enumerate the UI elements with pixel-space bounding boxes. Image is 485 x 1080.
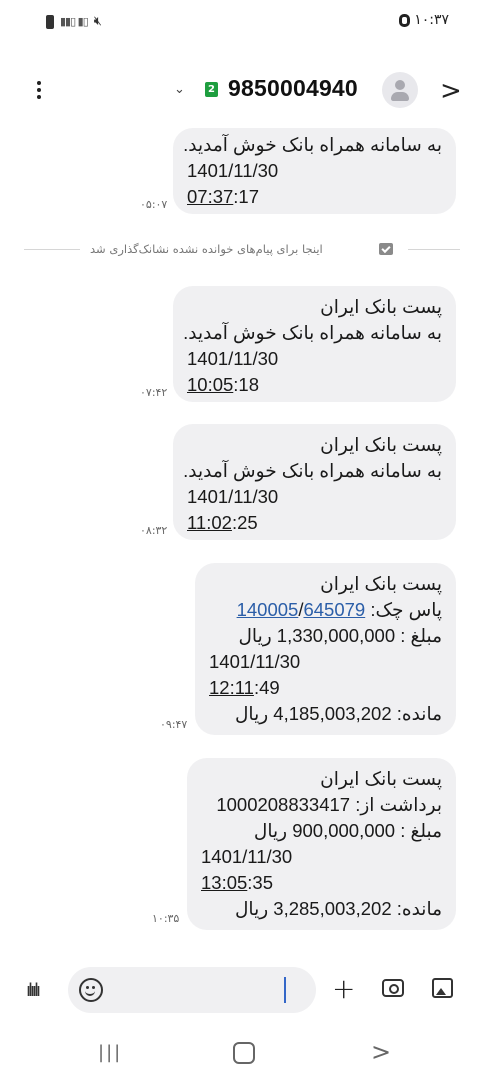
pass-code-link-2[interactable]: 645079 — [303, 599, 365, 620]
message-timestamp: ۰۸:۳۲ — [140, 524, 168, 537]
battery-icon — [399, 13, 411, 27]
time-seconds: :18 — [233, 374, 260, 395]
message-date: 1401/11/30 — [187, 486, 279, 507]
message-check-icon — [379, 243, 393, 255]
chevron-right-icon[interactable]: > — [440, 76, 462, 106]
message-line: به سامانه همراه بانک خوش آمدید. — [183, 322, 442, 343]
nav-back-icon[interactable]: > — [371, 1038, 391, 1066]
time-seconds: :49 — [253, 677, 280, 698]
message-composer: ılıılı + — [0, 962, 485, 1018]
home-icon[interactable] — [233, 1042, 255, 1064]
withdraw-line: برداشت از: 1000208833417 — [216, 794, 442, 815]
time-link[interactable]: 12:11 — [209, 677, 254, 698]
message-timestamp: ۰۷:۴۲ — [140, 386, 168, 399]
emoji-icon[interactable] — [79, 978, 103, 1002]
time-link[interactable]: 10:05 — [187, 374, 233, 395]
divider — [408, 249, 460, 250]
message-bank: پست بانک ایران — [320, 573, 442, 594]
text-cursor — [284, 977, 286, 1003]
pass-code-link-1[interactable]: 140005 — [237, 599, 299, 620]
time-link[interactable]: 13:05 — [201, 872, 247, 893]
message-bubble-4[interactable]: پست بانک ایران پاس چک: 140005/645079 مبل… — [195, 563, 456, 735]
status-time: ۱۰:۳۷ — [414, 12, 449, 28]
recent-apps-icon[interactable]: ||| — [98, 1042, 122, 1063]
sim-badge: 2 — [205, 82, 218, 97]
contact-number[interactable]: 9850004940 — [228, 75, 358, 102]
time-link[interactable]: 07:37 — [187, 186, 233, 207]
message-line: به سامانه همراه بانک خوش آمدید. — [183, 134, 442, 155]
unread-marker-text: اینجا برای پیام‌های خوانده نشده نشانک‌گذ… — [90, 242, 323, 256]
message-time: 12:11:49 — [209, 675, 442, 701]
avatar-icon[interactable] — [382, 72, 418, 108]
time-link[interactable]: 11:02 — [187, 512, 232, 533]
balance-line: مانده: 3,285,003,202 ریال — [234, 898, 442, 919]
message-time: 10:05:18 — [187, 372, 442, 398]
mute-icon: 🔇︎ — [93, 14, 102, 29]
message-timestamp: ۱۰:۳۵ — [152, 912, 180, 925]
message-date: 1401/11/30 — [201, 846, 293, 867]
message-date: 1401/11/30 — [187, 160, 279, 181]
kebab-icon[interactable] — [33, 78, 45, 104]
conversation-header: ⌄ 2 9850004940 > — [0, 62, 485, 120]
voice-wave-icon[interactable]: ılıılı — [26, 980, 41, 1001]
message-line: پست بانک ایران — [320, 434, 442, 455]
plus-icon[interactable]: + — [332, 972, 355, 1005]
message-input[interactable] — [68, 967, 316, 1013]
amount-line: مبلغ : 900,000,000 ریال — [253, 820, 442, 841]
message-time: 11:02:25 — [187, 510, 442, 536]
chevron-down-icon[interactable]: ⌄ — [174, 82, 185, 97]
message-timestamp: ۰۹:۴۷ — [160, 718, 188, 731]
message-bubble-2[interactable]: پست بانک ایران به سامانه همراه بانک خوش … — [173, 286, 456, 402]
pass-label: پاس چک: — [370, 599, 442, 620]
balance-line: مانده: 4,185,003,202 ریال — [234, 703, 442, 724]
time-seconds: :17 — [233, 186, 260, 207]
message-bubble-1[interactable]: به سامانه همراه بانک خوش آمدید. 1401/11/… — [173, 128, 456, 214]
status-icons-left: ▮▮▯ ▮▯ 🔇︎ — [46, 14, 102, 29]
status-icons-right: ۱۰:۳۷ — [399, 12, 449, 28]
pass-codes: 140005/645079 — [236, 599, 366, 620]
signal-icon: ▮▮▯ ▮▯ — [60, 15, 89, 28]
divider — [24, 249, 80, 250]
message-bank: پست بانک ایران — [320, 768, 442, 789]
message-time: 13:05:35 — [201, 870, 442, 896]
message-time: 07:37:17 — [187, 184, 442, 210]
time-seconds: :25 — [231, 512, 258, 533]
message-date: 1401/11/30 — [209, 651, 301, 672]
message-line: به سامانه همراه بانک خوش آمدید. — [183, 460, 442, 481]
message-line: پست بانک ایران — [320, 296, 442, 317]
message-date: 1401/11/30 — [187, 348, 279, 369]
battery-saver-icon — [46, 14, 54, 29]
gallery-icon[interactable] — [432, 978, 453, 998]
system-nav-bar: ||| > — [0, 1030, 485, 1080]
message-bubble-5[interactable]: پست بانک ایران برداشت از: 1000208833417 … — [187, 758, 456, 930]
message-bubble-3[interactable]: پست بانک ایران به سامانه همراه بانک خوش … — [173, 424, 456, 540]
amount-line: مبلغ : 1,330,000,000 ریال — [238, 625, 442, 646]
camera-icon[interactable] — [382, 979, 404, 997]
unread-marker: اینجا برای پیام‌های خوانده نشده نشانک‌گذ… — [0, 238, 485, 262]
pass-check-line: پاس چک: 140005/645079 — [209, 597, 442, 623]
status-bar: ▮▮▯ ▮▯ 🔇︎ ۱۰:۳۷ — [0, 0, 485, 44]
time-seconds: :35 — [247, 872, 274, 893]
message-timestamp: ۰۵:۰۷ — [140, 198, 168, 211]
